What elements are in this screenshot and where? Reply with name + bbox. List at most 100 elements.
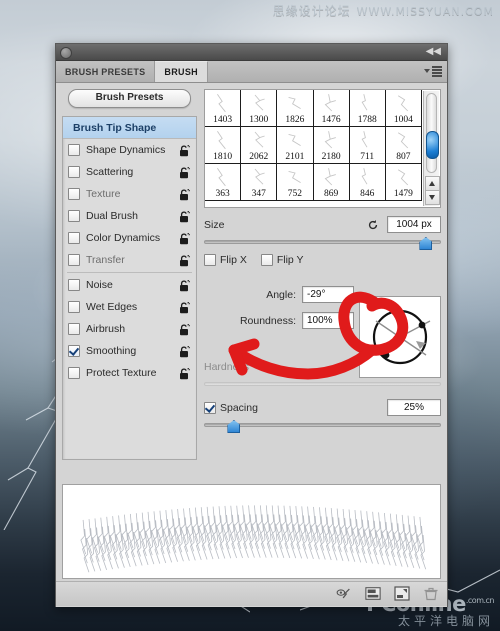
double-chevron-left-icon[interactable]: ◀◀ (426, 46, 441, 58)
checkbox-box[interactable] (68, 144, 80, 156)
brush-tip-grid[interactable]: 1403 1300 1826 1476 1788 1004 1810 2062 2101 2180… (204, 89, 441, 208)
lock-icon-wrap[interactable] (179, 254, 190, 267)
tab-brush-presets[interactable]: BRUSH PRESETS (56, 61, 156, 82)
flip-x-checkbox[interactable]: Flip X (204, 254, 247, 266)
checkbox-box[interactable] (68, 279, 80, 291)
checkbox-box[interactable] (68, 254, 80, 266)
lock-icon-wrap[interactable] (179, 232, 190, 245)
delete-brush-icon[interactable] (423, 586, 439, 601)
option-row[interactable]: Noise (63, 274, 196, 296)
brush-tip-cell[interactable]: 869 (313, 164, 350, 201)
lock-icon-wrap[interactable] (179, 301, 190, 314)
brush-angle-preview[interactable] (359, 296, 441, 378)
brush-grid-scrollbar[interactable] (423, 91, 440, 206)
brush-tip-cell[interactable]: 2180 (313, 127, 350, 164)
size-slider-thumb[interactable] (419, 237, 433, 250)
option-row[interactable]: Airbrush (63, 318, 196, 340)
lock-icon-wrap[interactable] (179, 323, 190, 336)
lock-icon[interactable] (179, 367, 190, 380)
spacing-checkbox[interactable]: Spacing (204, 401, 258, 414)
brush-tip-cell[interactable]: 846 (349, 164, 386, 201)
size-input[interactable]: 1004 px (387, 216, 441, 233)
hardness-slider[interactable] (204, 378, 441, 390)
brush-tip-cell[interactable]: 363 (205, 164, 242, 201)
checkbox-box[interactable] (68, 323, 80, 335)
option-row[interactable]: Smoothing (63, 340, 196, 362)
checkbox-box[interactable] (68, 188, 80, 200)
spacing-slider[interactable] (204, 419, 441, 433)
angle-input[interactable]: -29° (302, 286, 354, 303)
scroll-up-arrow-icon[interactable] (425, 176, 440, 191)
flip-y-checkbox[interactable]: Flip Y (260, 254, 304, 266)
checkbox-box[interactable] (68, 166, 80, 178)
brush-tip-cell[interactable]: 1476 (313, 90, 350, 127)
lock-icon[interactable] (179, 232, 190, 245)
brush-tip-cell[interactable]: 1788 (349, 90, 386, 127)
size-slider[interactable] (204, 236, 441, 250)
panel-footer (56, 581, 447, 606)
tab-brush[interactable]: BRUSH (155, 61, 208, 82)
option-row[interactable]: Color Dynamics (63, 227, 196, 249)
lock-icon[interactable] (179, 144, 190, 157)
brush-panel-toggle-icon[interactable] (365, 586, 381, 601)
checkbox-box[interactable] (68, 210, 80, 222)
option-header-brush-tip-shape[interactable]: Brush Tip Shape (63, 117, 196, 139)
scrollbar-thumb[interactable] (426, 131, 439, 160)
lock-icon[interactable] (179, 188, 190, 201)
spacing-input[interactable]: 25% (387, 399, 441, 416)
panel-titlebar[interactable]: ◀◀ (56, 44, 447, 61)
lock-icon-wrap[interactable] (179, 210, 190, 223)
toggle-airbrush-icon[interactable] (336, 586, 352, 601)
roundness-input[interactable]: 100% (302, 312, 354, 329)
scroll-down-arrow-icon[interactable] (425, 190, 440, 205)
lock-icon[interactable] (179, 323, 190, 336)
lock-icon[interactable] (179, 345, 190, 358)
brush-tip-cell[interactable]: 2062 (241, 127, 278, 164)
brush-tip-cell[interactable]: 711 (349, 127, 386, 164)
lock-icon[interactable] (179, 254, 190, 267)
brush-tip-cell[interactable]: 1479 (385, 164, 422, 201)
lock-icon[interactable] (179, 279, 190, 292)
brush-presets-button[interactable]: Brush Presets (68, 89, 191, 108)
lock-icon[interactable] (179, 210, 190, 223)
lock-icon-wrap[interactable] (179, 144, 190, 157)
option-row[interactable]: Protect Texture (63, 362, 196, 384)
checkbox-box[interactable] (68, 301, 80, 313)
size-slider-track[interactable] (204, 240, 441, 244)
option-row[interactable]: Texture (63, 183, 196, 205)
checkbox-box[interactable] (68, 367, 80, 379)
option-label: Protect Texture (86, 367, 157, 379)
spacing-slider-thumb[interactable] (227, 420, 241, 433)
reset-size-icon[interactable] (367, 219, 379, 231)
new-brush-icon[interactable] (394, 586, 410, 601)
brush-tip-cell[interactable]: 1810 (205, 127, 242, 164)
brush-tip-cell[interactable]: 1826 (277, 90, 314, 127)
lock-icon-wrap[interactable] (179, 166, 190, 179)
lock-icon-wrap[interactable] (179, 279, 190, 292)
option-row[interactable]: Shape Dynamics (63, 139, 196, 161)
brush-tip-cell[interactable]: 347 (241, 164, 278, 201)
brush-tip-cell[interactable]: 1403 (205, 90, 242, 127)
brush-tip-cell[interactable]: 807 (385, 127, 422, 164)
checkbox-box[interactable] (68, 345, 80, 357)
option-row[interactable]: Scattering (63, 161, 196, 183)
panel-menu-icon[interactable] (424, 66, 442, 77)
lock-icon[interactable] (179, 166, 190, 179)
brush-thumbnail-icon (216, 167, 226, 187)
stroke-preview-graphic (80, 505, 427, 573)
brush-tip-cell[interactable]: 2101 (277, 127, 314, 164)
option-row[interactable]: Wet Edges (63, 296, 196, 318)
option-row[interactable]: Transfer (63, 249, 196, 271)
option-row[interactable]: Dual Brush (63, 205, 196, 227)
watermark-top-cn: 思缘设计论坛 (272, 4, 351, 18)
lock-icon-wrap[interactable] (179, 345, 190, 358)
close-dot-icon[interactable] (60, 47, 72, 59)
brush-tip-cell[interactable]: 1300 (241, 90, 278, 127)
lock-icon-wrap[interactable] (179, 188, 190, 201)
checkbox-box[interactable] (68, 232, 80, 244)
brush-tip-cell[interactable]: 1004 (385, 90, 422, 127)
lock-icon-wrap[interactable] (179, 367, 190, 380)
brush-tip-cell[interactable]: 752 (277, 164, 314, 201)
angle-control-icon[interactable] (360, 297, 440, 377)
lock-icon[interactable] (179, 301, 190, 314)
